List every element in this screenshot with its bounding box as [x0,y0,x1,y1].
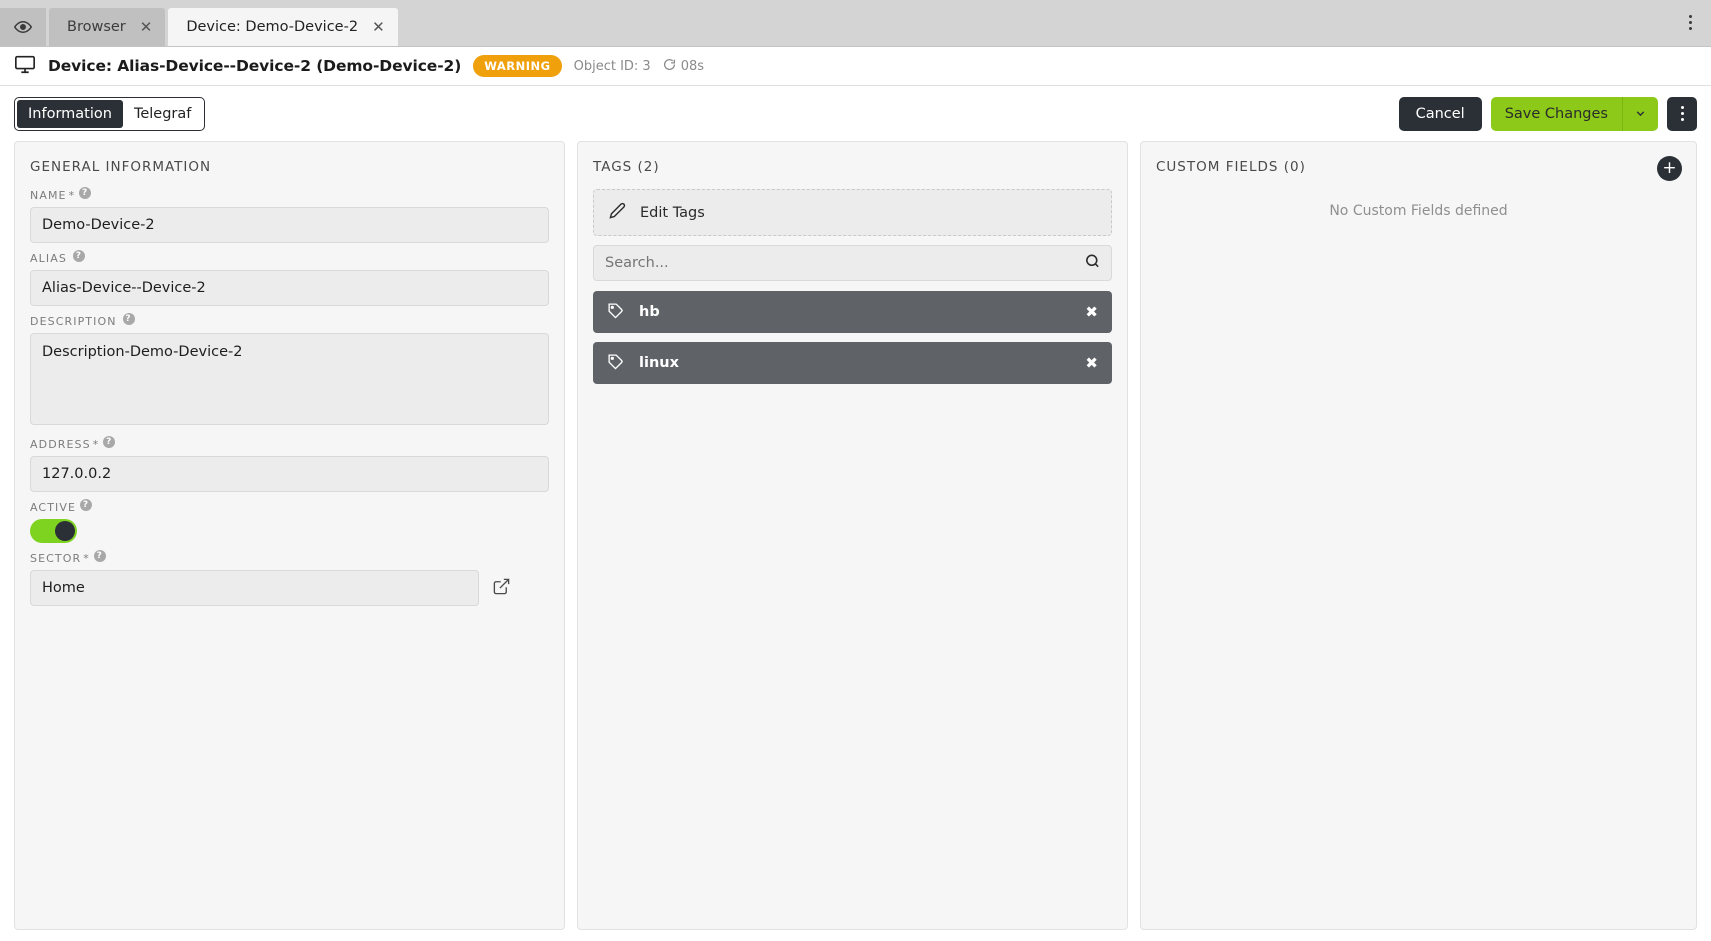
refresh-timer-label: 08s [680,58,705,74]
tags-title: TAGS (2) [593,159,660,175]
general-information-panel: GENERAL INFORMATION NAME * ? ALIAS ? DES… [14,141,565,930]
sector-row [30,570,549,606]
status-badge: WARNING [473,55,562,77]
tab-information[interactable]: Information [17,99,123,128]
save-changes-button[interactable]: Save Changes [1490,96,1622,131]
tags-panel: TAGS (2) Edit Tags hb [577,141,1128,930]
sector-input[interactable] [30,570,479,606]
help-icon[interactable]: ? [80,498,93,511]
tag-label: linux [639,355,679,371]
search-input[interactable] [593,245,1112,281]
address-input[interactable] [30,456,549,492]
custom-fields-empty-message: No Custom Fields defined [1329,203,1508,219]
pencil-icon [609,202,626,223]
tag-search [593,245,1112,281]
help-icon[interactable]: ? [79,186,92,199]
edit-tags-label: Edit Tags [640,204,705,221]
list-item[interactable]: hb ✖ [593,291,1112,333]
chevron-down-icon[interactable] [1622,96,1658,131]
tab-telegraf[interactable]: Telegraf [123,100,202,128]
external-link-icon[interactable] [492,577,511,600]
field-name: NAME * ? [30,186,549,243]
object-id: Object ID: 3 [573,58,651,74]
remove-tag-icon[interactable]: ✖ [1085,303,1098,321]
more-actions-icon[interactable] [1667,96,1697,131]
field-active: ACTIVE ? [30,498,549,543]
close-icon[interactable]: ✕ [140,19,153,35]
eye-icon[interactable] [0,8,46,46]
refresh-timer[interactable]: 08s [663,58,704,75]
action-bar: Information Telegraf Cancel Save Changes [0,86,1711,141]
field-sector-label: SECTOR * ? [30,549,549,565]
field-alias: ALIAS ? [30,249,549,306]
help-icon[interactable]: ? [72,249,85,262]
custom-fields-title: CUSTOM FIELDS (0) [1156,159,1306,175]
tab-device-label: Device: Demo-Device-2 [186,19,359,35]
help-icon[interactable]: ? [103,435,116,448]
view-tabs: Information Telegraf [14,96,206,131]
active-toggle[interactable] [30,519,77,543]
field-description: DESCRIPTION ? [30,312,549,429]
field-name-label: NAME * ? [30,186,549,202]
list-item[interactable]: linux ✖ [593,342,1112,384]
cancel-button[interactable]: Cancel [1398,96,1482,131]
save-button-group: Save Changes [1490,96,1658,131]
tab-browser-label: Browser [67,19,126,35]
close-icon[interactable]: ✕ [372,19,385,35]
panels-container: GENERAL INFORMATION NAME * ? ALIAS ? DES… [0,141,1711,930]
alias-input[interactable] [30,270,549,306]
more-options-icon[interactable] [1679,9,1701,35]
browser-tab-bar: Browser ✕ Device: Demo-Device-2 ✕ [0,0,1711,47]
add-custom-field-button[interactable]: + [1657,156,1682,181]
general-information-title: GENERAL INFORMATION [30,159,212,175]
description-textarea[interactable] [30,333,549,425]
tab-browser[interactable]: Browser ✕ [49,8,166,46]
action-buttons: Cancel Save Changes [1398,96,1697,131]
remove-tag-icon[interactable]: ✖ [1085,354,1098,372]
search-icon[interactable] [1084,253,1101,274]
field-address-label: ADDRESS * ? [30,435,549,451]
page-title: Device: Alias-Device--Device-2 (Demo-Dev… [48,57,462,75]
object-header: Device: Alias-Device--Device-2 (Demo-Dev… [0,47,1711,86]
field-alias-label: ALIAS ? [30,249,549,265]
field-address: ADDRESS * ? [30,435,549,492]
tag-label: hb [639,304,660,320]
tab-device-demo-device-2[interactable]: Device: Demo-Device-2 ✕ [168,8,398,46]
refresh-icon [663,58,676,75]
tag-icon [607,353,624,374]
help-icon[interactable]: ? [122,312,135,325]
field-sector: SECTOR * ? [30,549,549,606]
help-icon[interactable]: ? [93,549,106,562]
name-input[interactable] [30,207,549,243]
toggle-knob [55,521,75,541]
custom-fields-panel: CUSTOM FIELDS (0) + No Custom Fields def… [1140,141,1697,930]
field-description-label: DESCRIPTION ? [30,312,549,328]
monitor-icon [14,53,36,79]
field-active-label: ACTIVE ? [30,498,549,514]
edit-tags-button[interactable]: Edit Tags [593,189,1112,236]
tag-icon [607,302,624,323]
